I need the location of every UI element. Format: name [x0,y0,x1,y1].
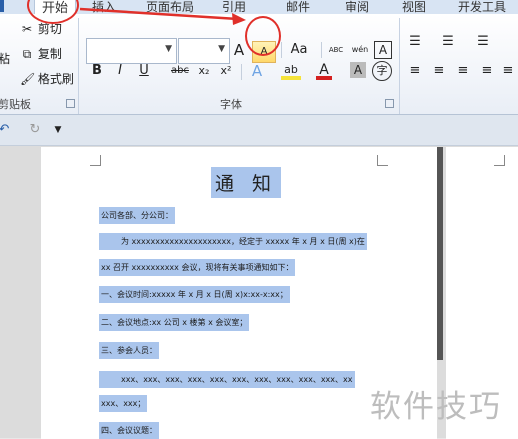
text-line[interactable]: 一、会议时间:xxxxx 年 x 月 x 日(周 x)x:xx-x:xx； [99,286,290,303]
text-line[interactable]: 二、会议地点:xx 公司 x 楼第 x 会议室； [99,314,250,331]
tab-review[interactable]: 审阅 [345,0,369,15]
text-line[interactable]: xxx、xxx、xxx、xxx、xxx、xxx、xxx、xxx、xxx、xxx、… [99,371,355,388]
align-left-icon[interactable]: ≡ [407,61,423,81]
phonetic-guide-button[interactable]: wén [350,40,370,60]
text-effects-button[interactable]: A [249,61,265,81]
separator [241,64,242,80]
text-line[interactable]: xxx、xxx； [99,395,148,412]
text-line[interactable]: 三、参会人员： [99,342,159,359]
strikethrough-button[interactable]: abc [170,61,190,81]
copy-icon: ⧉ [22,47,32,61]
cut-label: 剪切 [37,22,62,36]
customize-qat-icon[interactable]: ▼ [52,120,64,140]
multilevel-list-icon[interactable]: ☰ [475,32,491,52]
character-border-button[interactable]: A [374,41,392,59]
character-shading-button[interactable]: A [350,62,366,78]
file-tab[interactable] [0,0,4,12]
copy-button[interactable]: ⧉ 复制 [20,45,62,62]
enclose-character-button[interactable]: 字 [372,61,392,81]
highlight-button[interactable]: ab [281,60,301,80]
format-painter-label: 格式刷 [37,72,74,86]
undo-icon[interactable]: ↶ [0,120,11,140]
quick-access-toolbar: ↶ ↻ ▼ [0,115,518,146]
numbering-icon[interactable]: ☰ [440,32,456,52]
font-group-label: 字体 [220,98,242,111]
text-line[interactable]: 四、会议议题： [99,422,159,439]
tab-mailings[interactable]: 邮件 [286,0,310,15]
tab-view[interactable]: 视图 [402,0,426,15]
separator [281,42,282,58]
font-launcher-icon[interactable] [385,99,394,108]
document-title[interactable]: 通 知 [211,167,282,198]
scissors-icon: ✂ [21,22,33,36]
clipboard-launcher-icon[interactable] [66,99,75,108]
margin-mark [90,155,101,166]
superscript-button[interactable]: x² [218,61,234,81]
font-color-button[interactable]: A [316,60,332,80]
watermark-text: 软件技巧 [370,389,502,425]
clear-format-button[interactable]: ABC [326,40,346,60]
bullets-icon[interactable]: ☰ [407,32,423,52]
grow-font-button[interactable]: A [232,40,246,60]
text-line[interactable]: 为 xxxxxxxxxxxxxxxxxxxxx，经定于 xxxxx 年 x 月 … [99,233,367,250]
redo-icon[interactable]: ↻ [28,120,42,140]
tab-developer[interactable]: 开发工具 [458,0,506,15]
separator [321,42,322,58]
format-painter-button[interactable]: 🖌 格式刷 [20,70,74,87]
clipboard-group-label: 剪贴板 [0,98,31,111]
copy-label: 复制 [37,47,62,61]
group-divider [78,18,79,114]
bold-button[interactable]: B [90,61,104,81]
distributed-icon[interactable]: ≡ [500,61,516,81]
justify-icon[interactable]: ≡ [479,61,495,81]
margin-mark [494,155,505,166]
change-case-button[interactable]: Aa [287,40,311,60]
align-center-icon[interactable]: ≡ [431,61,447,81]
paste-button[interactable]: 粘 [0,50,10,67]
italic-button[interactable]: I [113,61,127,81]
page-shadow [437,147,443,360]
paintbrush-icon: 🖌 [20,72,36,86]
chevron-down-icon: ▼ [218,44,225,54]
text-line[interactable]: xx 召开 xxxxxxxxxx 会议，现将有关事项通知如下： [99,259,296,276]
text-line[interactable]: 公司各部、分公司： [99,207,175,224]
underline-button[interactable]: U [137,61,151,81]
chevron-down-icon: ▼ [165,44,172,54]
align-right-icon[interactable]: ≡ [455,61,471,81]
group-divider [399,18,400,114]
subscript-button[interactable]: x₂ [196,61,212,81]
pointer-arrow [79,7,246,25]
margin-mark [377,155,388,166]
